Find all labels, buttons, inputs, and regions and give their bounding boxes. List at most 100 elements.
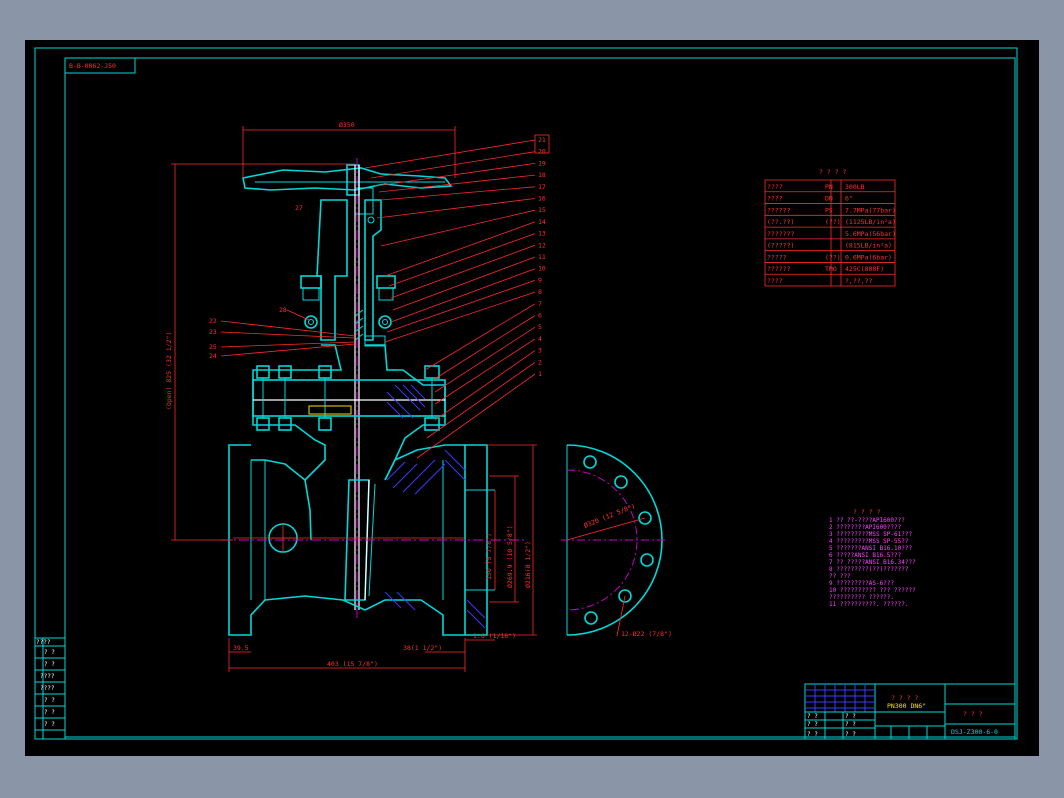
left-strip-1: ? ? — [44, 649, 55, 656]
tb-small-3: ? ? — [845, 713, 856, 720]
part-number-15: 15 — [538, 206, 546, 214]
spec-cell-c3: 5.6MPa(56bar) — [845, 230, 896, 238]
note-line: 11 ??????????. ??????. — [829, 601, 908, 608]
tb-small-2: ? ? — [807, 731, 818, 738]
left-part-0: 22 — [209, 317, 217, 325]
spec-cell-c2: PN — [825, 183, 833, 191]
note-line: 2 ????????API600???? — [829, 524, 902, 531]
cad-drawing: B-B-0062-J50 ???? ? ? ? ? ???? ???? ? ? … — [34, 47, 1018, 740]
dim-e: Ø216(8 1/2") — [524, 541, 532, 588]
part-number-9: 9 — [538, 276, 542, 284]
left-strip-0: ???? — [36, 639, 51, 646]
spec-cell-c1: (?????) — [767, 242, 794, 250]
part-number-2: 2 — [538, 358, 542, 366]
left-strip-3: ???? — [40, 673, 55, 680]
tb-small-1: ? ? — [807, 721, 818, 728]
part-number-5: 5 — [538, 323, 542, 331]
dim-b: 1.6 (1/16") — [473, 632, 516, 640]
part-number-3: 3 — [538, 347, 542, 355]
part-number-11: 11 — [538, 253, 546, 261]
tb-small-0: ? ? — [807, 713, 818, 720]
spec-cell-c1: ????? — [767, 253, 787, 261]
note-line: ?????????? ??????. — [829, 594, 894, 601]
left-strip-2: ? ? — [44, 661, 55, 668]
notes: ? ? ? ? — [853, 508, 880, 516]
label-27: 27 — [295, 204, 303, 212]
part-number-18: 18 — [538, 171, 546, 179]
spec-cell-c1: ?????? — [767, 206, 791, 214]
part-number-4: 4 — [538, 335, 542, 343]
part-number-16: 16 — [538, 195, 546, 203]
part-number-8: 8 — [538, 288, 542, 296]
label-28: 28 — [279, 306, 287, 314]
spec-cell-c1: ???? — [767, 195, 783, 203]
spec-cell-c3: 300LB — [845, 183, 865, 191]
dimension-lines: Ø350 (Open) 825 (32 1/2") 403 (15 7/8") … — [165, 121, 537, 672]
dim-a: 38(1 1/2") — [403, 644, 442, 652]
drawing-no: DSJ-Z300-6-0 — [951, 728, 998, 736]
part-number-6: 6 — [538, 312, 542, 320]
spec-cell-c3: ?,??,?? — [845, 277, 872, 285]
dim-bolt-holes: 12-Ø22 (7/8") — [621, 630, 672, 638]
leader-line — [390, 268, 536, 323]
code-box-text: B-B-0062-J50 — [69, 62, 116, 70]
leader-line — [380, 186, 536, 201]
leader-line — [388, 233, 536, 287]
dim-d: Ø269.9 (10 5/8") — [506, 525, 514, 588]
note-line: 7 ?? ?????ANSI B16.34??? — [829, 559, 916, 566]
note-line: ?? ??? — [829, 573, 851, 580]
leader-line — [386, 280, 536, 333]
spec-cell-c3: 7.7MPa(77bar) — [845, 206, 896, 214]
leader-line — [434, 326, 536, 393]
left-part-labels: 22 23 25 24 — [209, 317, 356, 360]
title-text: ? ? ? ? — [891, 694, 918, 702]
spec-rows: ???? PN 300LB???? DN 6"?????? PS 7.7MPa(77bar)… — [765, 183, 896, 285]
title-sub: PN300 DN6" — [887, 702, 926, 710]
left-strip-7: ? ? — [44, 721, 55, 728]
spec-cell-c3: 6" — [845, 195, 853, 203]
dim-total-length: 403 (15 7/8") — [327, 660, 378, 668]
leader-line — [432, 315, 536, 381]
dim-handwheel: Ø350 — [339, 121, 355, 129]
spec-cell-c1: ??????? — [767, 230, 794, 238]
left-strip-6: ? ? — [44, 709, 55, 716]
dim-height-open: (Open) 825 (32 1/2") — [165, 332, 173, 410]
spec-cell-c3: (1125LB/in²a) — [845, 218, 896, 226]
left-part-1: 23 — [209, 328, 217, 336]
title-block-name: ? ? ? — [963, 710, 983, 718]
leader-line — [390, 244, 536, 299]
title-block: ? ? ? ? PN300 DN6" ? ? ? DSJ-Z300-6-0 ? … — [804, 683, 1016, 740]
spec-cell-c3: (815LB/in²a) — [845, 242, 892, 250]
valve-section-view — [221, 158, 525, 636]
leader-line — [434, 338, 536, 405]
part-number-13: 13 — [538, 230, 546, 238]
leader-line — [370, 151, 536, 179]
note-line: 8 ?????????(??)??????? — [829, 566, 909, 573]
leader-line — [376, 198, 536, 219]
leader-line — [380, 209, 536, 247]
part-number-14: 14 — [538, 218, 546, 226]
drawing-canvas: B-B-0062-J50 ???? ? ? ? ? ???? ???? ? ? … — [25, 40, 1039, 756]
part-number-21: 21 — [538, 136, 546, 144]
spec-cell-c2: PS — [825, 206, 833, 214]
left-part-2: 25 — [209, 343, 217, 351]
note-line: 1 ?? ??-????API600??? — [829, 517, 905, 524]
spec-cell-c2: (??) — [825, 253, 841, 261]
notes-title: ? ? ? ? — [853, 508, 880, 516]
tb-small-4: ? ? — [845, 721, 856, 728]
part-number-7: 7 — [538, 300, 542, 308]
left-strip-4: ???? — [40, 685, 55, 692]
notes-lines: 1 ?? ??-????API600???2 ????????API600???… — [829, 517, 916, 608]
note-line: 5 ???????ANSI B16.10??? — [829, 545, 912, 552]
flange-half-view: Ø320 (12 5/8") 12-Ø22 (7/8") — [561, 444, 672, 638]
note-line: 10 ?????????? ??? ?????? — [829, 587, 916, 594]
part-number-12: 12 — [538, 241, 546, 249]
part-number-10: 10 — [538, 265, 546, 273]
spec-cell-c3: 425C(800F) — [845, 265, 884, 273]
leader-line — [364, 139, 536, 169]
leader-line — [392, 256, 536, 311]
spec-cell-c1: ?????? — [767, 265, 791, 273]
leader-line — [424, 303, 536, 371]
dim-f: Ø320 (12 5/8") — [583, 502, 637, 530]
spec-cell-c1: ???? — [767, 183, 783, 191]
